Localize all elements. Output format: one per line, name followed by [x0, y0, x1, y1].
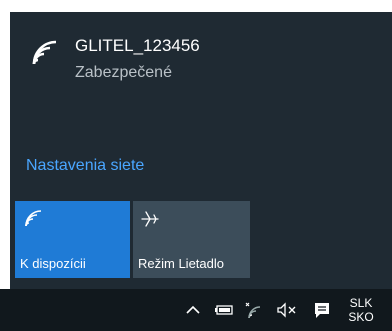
volume-muted-icon[interactable] [275, 289, 299, 331]
network-settings-link[interactable]: Nastavenia siete [26, 157, 144, 175]
airplane-mode-tile[interactable]: Režim Lietadlo [133, 201, 250, 278]
airplane-icon [141, 211, 159, 227]
wifi-tile-label: K dispozícii [20, 256, 86, 271]
wifi-icon [32, 40, 57, 65]
wifi-icon[interactable] [242, 289, 266, 331]
notification-icon[interactable] [310, 289, 334, 331]
wifi-tile[interactable]: K dispozícii [15, 201, 130, 278]
language-line2: SKO [348, 310, 374, 324]
language-indicator[interactable]: SLK SKO [346, 289, 376, 331]
wifi-icon [25, 210, 42, 227]
network-item[interactable]: GLITEL_123456 Zabezpečené [10, 12, 392, 130]
battery-icon[interactable] [212, 289, 236, 331]
taskbar: SLK SKO [0, 289, 392, 331]
network-flyout: GLITEL_123456 Zabezpečené Nastavenia sie… [10, 12, 392, 289]
network-status: Zabezpečené [75, 64, 172, 81]
airplane-tile-label: Režim Lietadlo [138, 256, 224, 271]
language-line1: SLK [349, 296, 373, 310]
chevron-up-icon[interactable] [182, 289, 204, 331]
network-ssid: GLITEL_123456 [75, 36, 200, 55]
